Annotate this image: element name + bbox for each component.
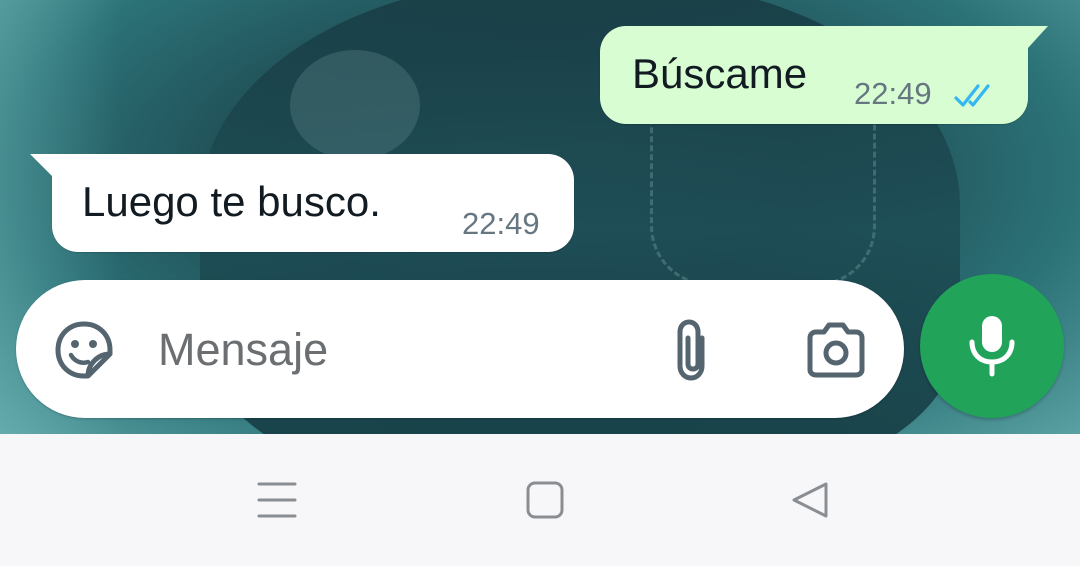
message-time: 22:49 <box>462 206 540 241</box>
message-time: 22:49 <box>854 76 932 111</box>
home-square-icon[interactable] <box>515 470 575 530</box>
wallpaper-badge <box>290 50 420 160</box>
wallpaper-pocket <box>650 110 876 286</box>
sticker-emoji-icon[interactable] <box>52 318 116 382</box>
message-composer <box>16 280 904 418</box>
message-text: Búscame <box>632 50 808 97</box>
double-check-read-icon <box>954 84 990 107</box>
microphone-icon <box>969 316 1015 377</box>
microphone-button[interactable] <box>920 274 1064 418</box>
message-outgoing[interactable]: Búscame 22:49 <box>600 26 1048 124</box>
system-navigation-bar <box>0 434 1080 566</box>
paperclip-icon[interactable] <box>664 316 720 384</box>
menu-icon[interactable] <box>247 470 307 530</box>
message-input[interactable] <box>156 314 640 386</box>
message-text: Luego te busco. <box>82 178 381 225</box>
message-incoming[interactable]: Luego te busco. 22:49 <box>30 154 574 252</box>
back-triangle-icon[interactable] <box>782 470 842 530</box>
camera-icon[interactable] <box>804 320 868 380</box>
